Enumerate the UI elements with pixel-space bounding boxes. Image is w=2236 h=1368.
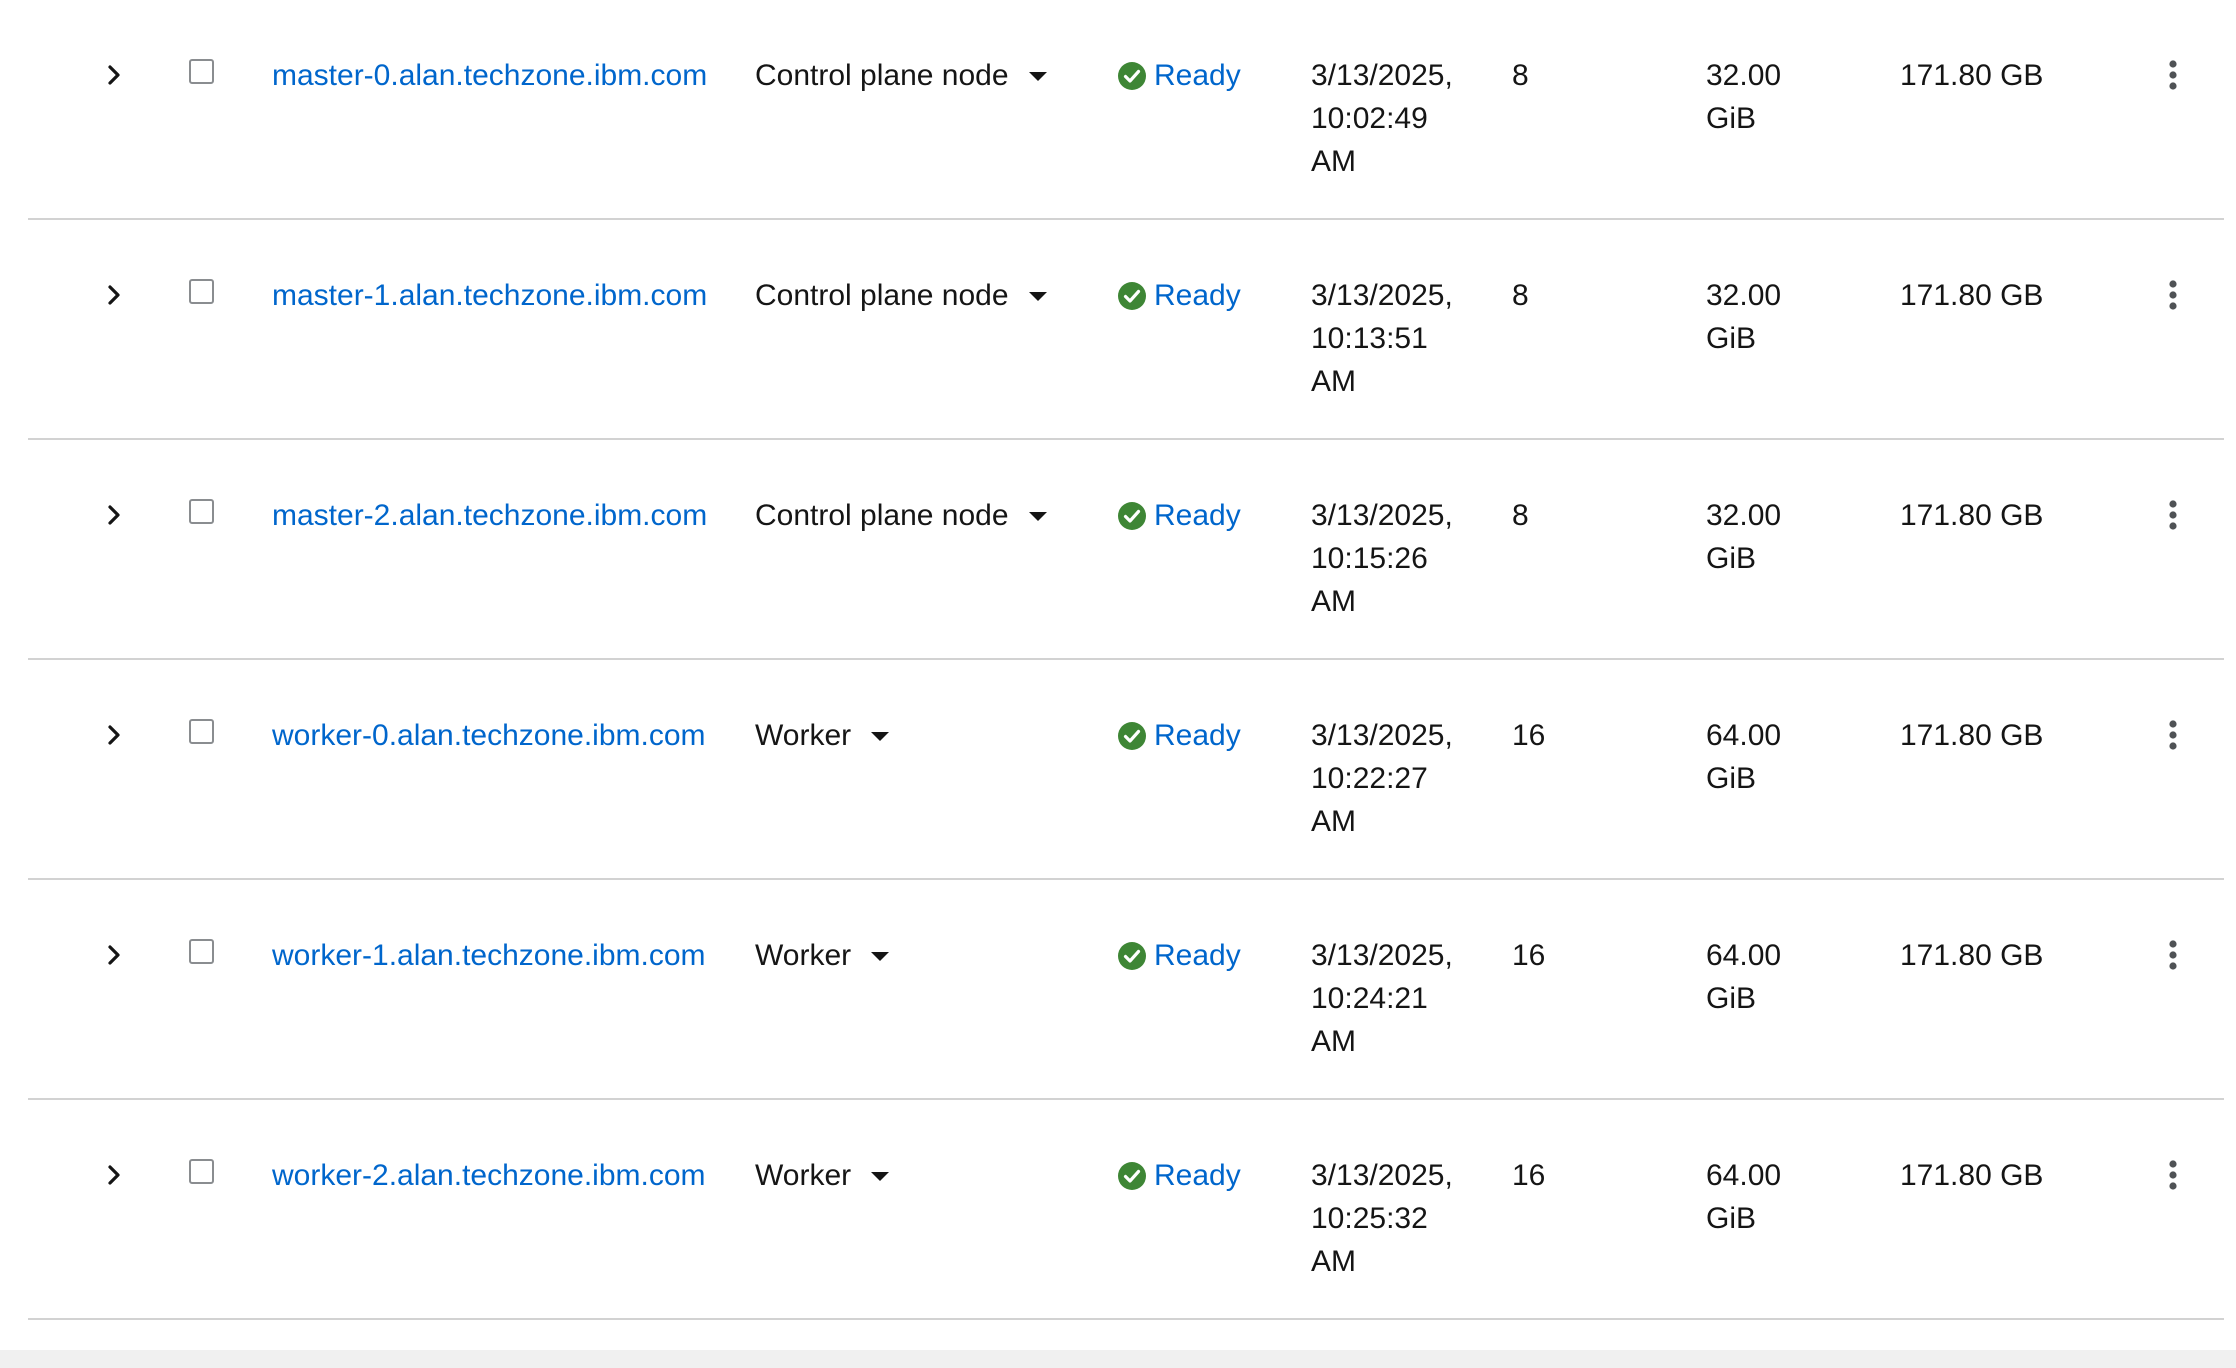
row-checkbox[interactable] — [189, 939, 214, 964]
caret-down-icon — [871, 1172, 890, 1181]
role-dropdown[interactable]: Worker — [755, 1154, 890, 1197]
node-name-link[interactable]: worker-0.alan.techzone.ibm.com — [272, 714, 706, 757]
role-label: Worker — [755, 719, 852, 752]
role-label: Worker — [755, 1159, 852, 1192]
cpu-count: 8 — [1512, 499, 1529, 532]
kebab-icon[interactable] — [2161, 497, 2185, 533]
page-footer-bar — [0, 1350, 2236, 1368]
kebab-icon[interactable] — [2161, 57, 2185, 93]
role-label: Control plane node — [755, 499, 1009, 532]
status-indicator[interactable]: Ready — [1118, 274, 1241, 317]
row-checkbox[interactable] — [189, 279, 214, 304]
row-checkbox[interactable] — [189, 1159, 214, 1184]
memory-size: 64.00 GiB — [1706, 939, 1782, 1015]
storage-size: 171.80 GB — [1900, 499, 2044, 532]
created-timestamp: 3/13/2025, 10:02:49 AM — [1311, 59, 1453, 178]
chevron-right-icon[interactable] — [100, 937, 128, 973]
created-timestamp: 3/13/2025, 10:22:27 AM — [1311, 719, 1453, 838]
node-name-link[interactable]: master-1.alan.techzone.ibm.com — [272, 274, 707, 317]
node-name-link[interactable]: master-0.alan.techzone.ibm.com — [272, 54, 707, 97]
table-row: master-1.alan.techzone.ibm.com Control p… — [28, 220, 2224, 440]
check-circle-icon — [1118, 941, 1146, 970]
role-dropdown[interactable]: Control plane node — [755, 494, 1047, 537]
cpu-count: 8 — [1512, 279, 1529, 312]
chevron-right-icon[interactable] — [100, 717, 128, 753]
memory-size: 64.00 GiB — [1706, 1159, 1782, 1235]
kebab-icon[interactable] — [2161, 717, 2185, 753]
caret-down-icon — [1028, 292, 1047, 301]
status-label: Ready — [1154, 499, 1241, 532]
storage-size: 171.80 GB — [1900, 719, 2044, 752]
cpu-count: 8 — [1512, 59, 1529, 92]
table-row: master-0.alan.techzone.ibm.com Control p… — [28, 0, 2224, 220]
node-name-link[interactable]: worker-1.alan.techzone.ibm.com — [272, 934, 706, 977]
memory-size: 32.00 GiB — [1706, 279, 1782, 355]
role-dropdown[interactable]: Worker — [755, 714, 890, 757]
status-indicator[interactable]: Ready — [1118, 714, 1241, 757]
status-label: Ready — [1154, 1159, 1241, 1192]
created-timestamp: 3/13/2025, 10:15:26 AM — [1311, 499, 1453, 618]
table-row: worker-1.alan.techzone.ibm.com Worker Re… — [28, 880, 2224, 1100]
check-circle-icon — [1118, 61, 1146, 90]
check-circle-icon — [1118, 1161, 1146, 1190]
role-dropdown[interactable]: Control plane node — [755, 54, 1047, 97]
memory-size: 64.00 GiB — [1706, 719, 1782, 795]
storage-size: 171.80 GB — [1900, 939, 2044, 972]
created-timestamp: 3/13/2025, 10:25:32 AM — [1311, 1159, 1453, 1278]
role-label: Worker — [755, 939, 852, 972]
status-indicator[interactable]: Ready — [1118, 54, 1241, 97]
table-row: worker-0.alan.techzone.ibm.com Worker Re… — [28, 660, 2224, 880]
kebab-icon[interactable] — [2161, 1157, 2185, 1193]
cpu-count: 16 — [1512, 719, 1546, 752]
caret-down-icon — [1028, 72, 1047, 81]
caret-down-icon — [871, 952, 890, 961]
memory-size: 32.00 GiB — [1706, 499, 1782, 575]
node-name-link[interactable]: worker-2.alan.techzone.ibm.com — [272, 1154, 706, 1197]
role-dropdown[interactable]: Control plane node — [755, 274, 1047, 317]
check-circle-icon — [1118, 501, 1146, 530]
kebab-icon[interactable] — [2161, 277, 2185, 313]
status-label: Ready — [1154, 719, 1241, 752]
table-row: master-2.alan.techzone.ibm.com Control p… — [28, 440, 2224, 660]
nodes-table: master-0.alan.techzone.ibm.com Control p… — [28, 0, 2224, 1320]
row-checkbox[interactable] — [189, 59, 214, 84]
role-label: Control plane node — [755, 279, 1009, 312]
status-indicator[interactable]: Ready — [1118, 934, 1241, 977]
status-label: Ready — [1154, 279, 1241, 312]
check-circle-icon — [1118, 721, 1146, 750]
created-timestamp: 3/13/2025, 10:24:21 AM — [1311, 939, 1453, 1058]
status-label: Ready — [1154, 59, 1241, 92]
cpu-count: 16 — [1512, 1159, 1546, 1192]
node-name-link[interactable]: master-2.alan.techzone.ibm.com — [272, 494, 707, 537]
row-checkbox[interactable] — [189, 719, 214, 744]
cpu-count: 16 — [1512, 939, 1546, 972]
memory-size: 32.00 GiB — [1706, 59, 1782, 135]
role-dropdown[interactable]: Worker — [755, 934, 890, 977]
table-row: worker-2.alan.techzone.ibm.com Worker Re… — [28, 1100, 2224, 1320]
storage-size: 171.80 GB — [1900, 1159, 2044, 1192]
storage-size: 171.80 GB — [1900, 59, 2044, 92]
status-indicator[interactable]: Ready — [1118, 1154, 1241, 1197]
role-label: Control plane node — [755, 59, 1009, 92]
status-indicator[interactable]: Ready — [1118, 494, 1241, 537]
caret-down-icon — [871, 732, 890, 741]
check-circle-icon — [1118, 281, 1146, 310]
chevron-right-icon[interactable] — [100, 277, 128, 313]
status-label: Ready — [1154, 939, 1241, 972]
row-checkbox[interactable] — [189, 499, 214, 524]
created-timestamp: 3/13/2025, 10:13:51 AM — [1311, 279, 1453, 398]
caret-down-icon — [1028, 512, 1047, 521]
storage-size: 171.80 GB — [1900, 279, 2044, 312]
chevron-right-icon[interactable] — [100, 1157, 128, 1193]
chevron-right-icon[interactable] — [100, 57, 128, 93]
kebab-icon[interactable] — [2161, 937, 2185, 973]
chevron-right-icon[interactable] — [100, 497, 128, 533]
